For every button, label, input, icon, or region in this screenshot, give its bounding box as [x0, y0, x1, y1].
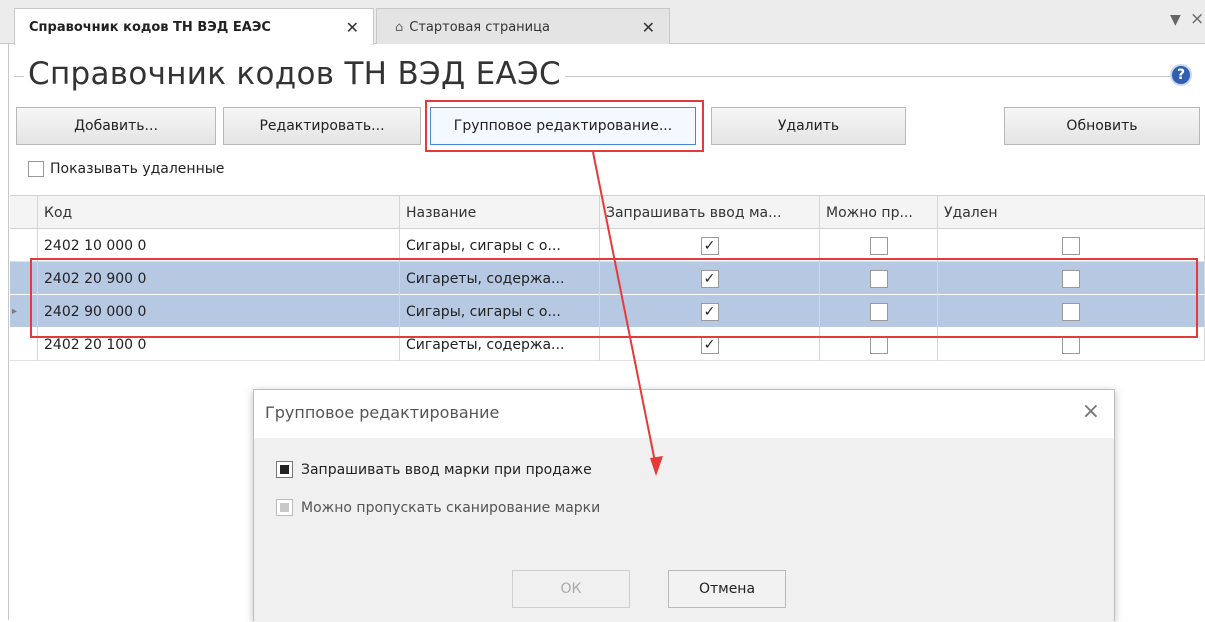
- delete-button[interactable]: Удалить: [711, 107, 906, 145]
- column-header-ask-mark[interactable]: Запрашивать ввод ма...: [600, 196, 820, 229]
- ask-mark-checkbox[interactable]: [276, 461, 293, 478]
- skip-scan-label: Можно пропускать сканирование марки: [301, 499, 601, 516]
- option-ask-mark[interactable]: Запрашивать ввод марки при продаже: [276, 461, 592, 478]
- dialog-title: Групповое редактирование: [265, 403, 500, 422]
- page-title: Справочник кодов ТН ВЭД ЕАЭС: [24, 56, 565, 92]
- help-icon[interactable]: ?: [1170, 64, 1192, 86]
- tab-tnved-reference[interactable]: Справочник кодов ТН ВЭД ЕАЭС ✕: [14, 8, 374, 45]
- tab-list-dropdown-icon[interactable]: ▼: [1170, 12, 1181, 28]
- tab-close-icon[interactable]: ✕: [346, 18, 359, 37]
- show-deleted-label: Показывать удаленные: [50, 161, 225, 177]
- dialog-titlebar: Групповое редактирование ×: [254, 390, 1114, 438]
- show-deleted-checkbox[interactable]: [28, 161, 44, 177]
- cancel-button[interactable]: Отмена: [668, 570, 786, 608]
- home-icon: ⌂: [395, 19, 404, 35]
- ask-mark-checkbox[interactable]: ✓: [700, 335, 719, 354]
- table-header: Код Название Запрашивать ввод ма... Можн…: [10, 195, 1205, 229]
- skip-scan-checkbox[interactable]: [869, 236, 888, 255]
- deleted-checkbox[interactable]: [1062, 335, 1080, 354]
- close-all-icon[interactable]: ×: [1190, 9, 1204, 29]
- tab-start-page[interactable]: ⌂ Стартовая страница ✕: [376, 8, 670, 45]
- edit-button[interactable]: Редактировать...: [223, 107, 421, 145]
- tab-strip: Справочник кодов ТН ВЭД ЕАЭС ✕ ⌂ Стартов…: [0, 0, 1205, 45]
- tab-label: Стартовая страница: [409, 19, 550, 35]
- ask-mark-checkbox[interactable]: ✓: [700, 236, 719, 255]
- column-header-name[interactable]: Название: [400, 196, 600, 229]
- add-button[interactable]: Добавить...: [16, 107, 216, 145]
- ok-button: ОК: [512, 570, 630, 608]
- tab-close-icon[interactable]: ✕: [642, 18, 655, 37]
- tab-label: Справочник кодов ТН ВЭД ЕАЭС: [29, 19, 271, 35]
- skip-scan-checkbox: [276, 499, 293, 516]
- refresh-button[interactable]: Обновить: [1004, 107, 1200, 145]
- column-header-code[interactable]: Код: [38, 196, 400, 229]
- current-row-icon: ▸: [12, 306, 18, 317]
- group-edit-highlight: [425, 100, 704, 152]
- selected-rows-highlight: [30, 258, 1198, 338]
- skip-scan-checkbox[interactable]: [869, 335, 888, 354]
- option-skip-scan: Можно пропускать сканирование марки: [276, 499, 600, 516]
- column-header-skip-scan[interactable]: Можно пр...: [820, 196, 938, 229]
- ask-mark-label: Запрашивать ввод марки при продаже: [301, 461, 592, 478]
- dialog-close-icon[interactable]: ×: [1082, 399, 1100, 424]
- column-header-deleted[interactable]: Удален: [938, 196, 1205, 229]
- row-indicator-header: [10, 196, 38, 229]
- show-deleted-toggle[interactable]: Показывать удаленные: [28, 161, 224, 177]
- group-edit-dialog: Групповое редактирование × Запрашивать в…: [253, 389, 1115, 622]
- deleted-checkbox[interactable]: [1062, 236, 1080, 255]
